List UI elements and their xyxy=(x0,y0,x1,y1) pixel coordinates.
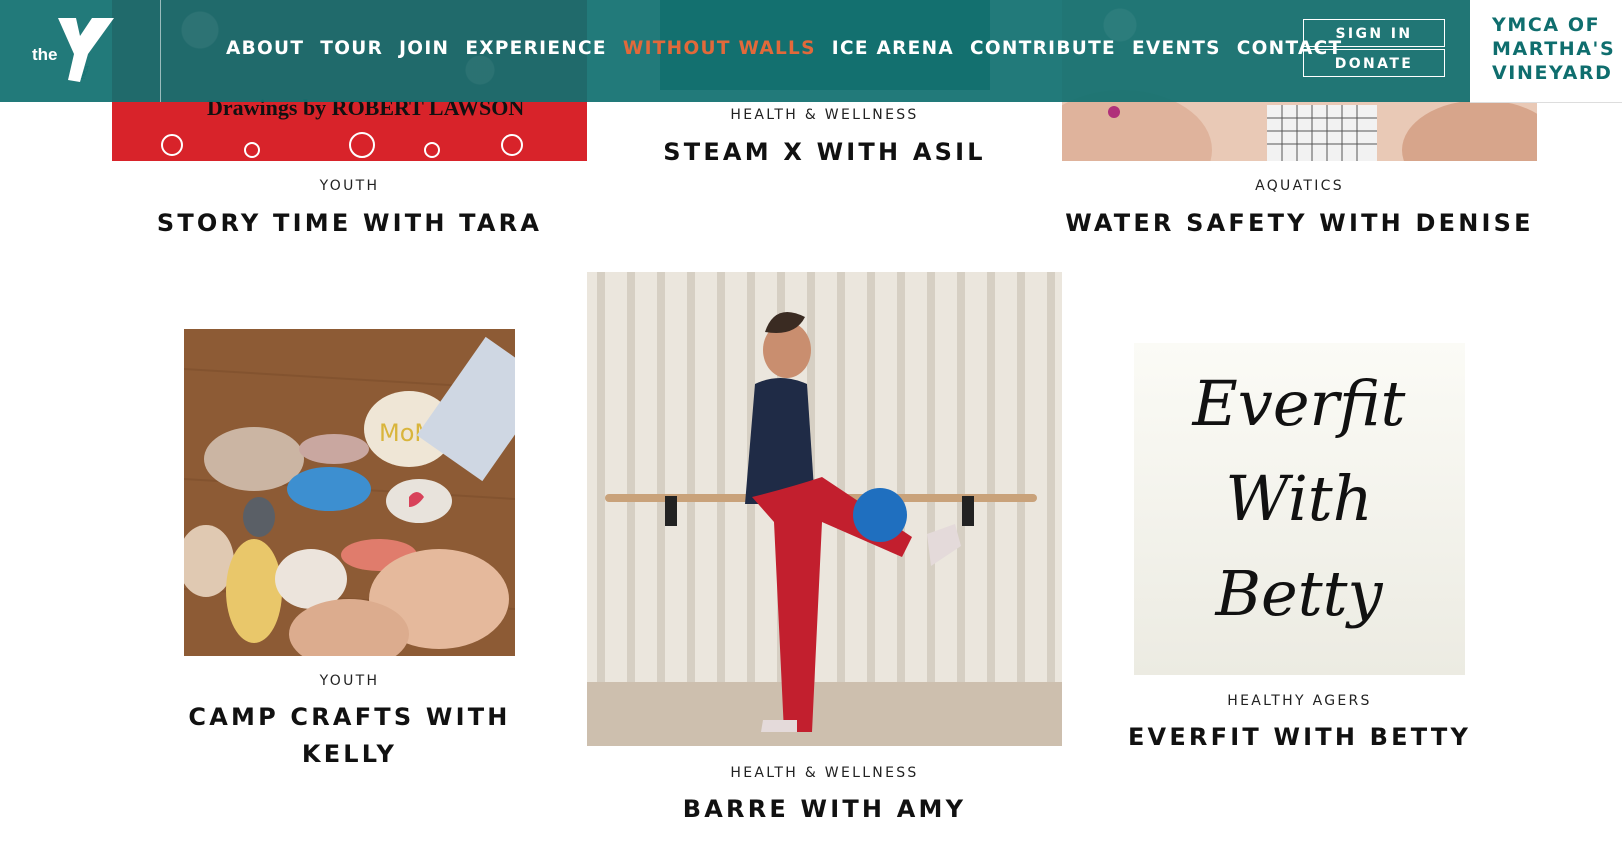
card-title-camp-crafts-line-1[interactable]: CAMP CRAFTS WITH xyxy=(112,703,587,731)
sign-in-button[interactable]: SIGN IN xyxy=(1303,19,1445,47)
card-title-barre[interactable]: BARRE WITH AMY xyxy=(587,795,1062,823)
barre-thumbnail[interactable] xyxy=(587,272,1062,746)
svg-text:Betty: Betty xyxy=(1214,557,1383,630)
nav-ice-arena[interactable]: ICE ARENA xyxy=(832,38,954,59)
card-title-everfit[interactable]: EVERFIT WITH BETTY xyxy=(1062,723,1537,751)
card-title-camp-crafts-line-2[interactable]: KELLY xyxy=(112,740,587,768)
svg-text:the: the xyxy=(32,45,58,64)
card-category: HEALTH & WELLNESS xyxy=(730,107,919,123)
nav-contribute[interactable]: CONTRIBUTE xyxy=(970,38,1116,59)
everfit-thumbnail[interactable]: Everfit With Betty xyxy=(1134,343,1465,675)
camp-crafts-thumbnail[interactable]: MoM xyxy=(184,329,515,656)
painted-rocks-photo: MoM xyxy=(184,329,515,656)
nav-about[interactable]: ABOUT xyxy=(226,38,304,59)
nav-join[interactable]: JOIN xyxy=(399,38,449,59)
nav-without-walls[interactable]: WITHOUT WALLS xyxy=(623,38,816,59)
card-title-story-time[interactable]: STORY TIME WITH TARA xyxy=(112,209,587,237)
card-title-steam-x[interactable]: STEAM X WITH ASIL xyxy=(587,138,1062,166)
nav-experience[interactable]: EXPERIENCE xyxy=(465,38,607,59)
card-category: YOUTH xyxy=(319,673,380,689)
brand-name-box[interactable]: YMCA OF MARTHA'S VINEYARD xyxy=(1470,0,1622,103)
barre-exercise-photo xyxy=(587,272,1062,746)
donate-button[interactable]: DONATE xyxy=(1303,49,1445,77)
nav-tour[interactable]: TOUR xyxy=(320,38,383,59)
everfit-title-card: Everfit With Betty xyxy=(1134,343,1465,675)
card-category: HEALTH & WELLNESS xyxy=(730,765,919,781)
brand-line-3: VINEYARD xyxy=(1492,62,1613,84)
site-header: the YMCA ABOUT TOUR JOIN EXPERIENCE WITH… xyxy=(0,0,1622,102)
main-nav: ABOUT TOUR JOIN EXPERIENCE WITHOUT WALLS… xyxy=(226,38,1342,59)
card-category: YOUTH xyxy=(319,178,380,194)
svg-text:With: With xyxy=(1225,462,1372,535)
brand-line-2: MARTHA'S xyxy=(1492,38,1616,60)
nav-events[interactable]: EVENTS xyxy=(1132,38,1221,59)
card-title-water-safety[interactable]: WATER SAFETY WITH DENISE xyxy=(1062,209,1537,237)
svg-text:Everfit: Everfit xyxy=(1192,367,1406,440)
brand-line-1: YMCA OF xyxy=(1492,14,1601,36)
ymca-logo[interactable]: the YMCA xyxy=(0,0,161,102)
card-category: HEALTHY AGERS xyxy=(1227,693,1372,709)
card-category: AQUATICS xyxy=(1255,178,1344,194)
ymca-y-icon: the YMCA xyxy=(32,18,114,82)
